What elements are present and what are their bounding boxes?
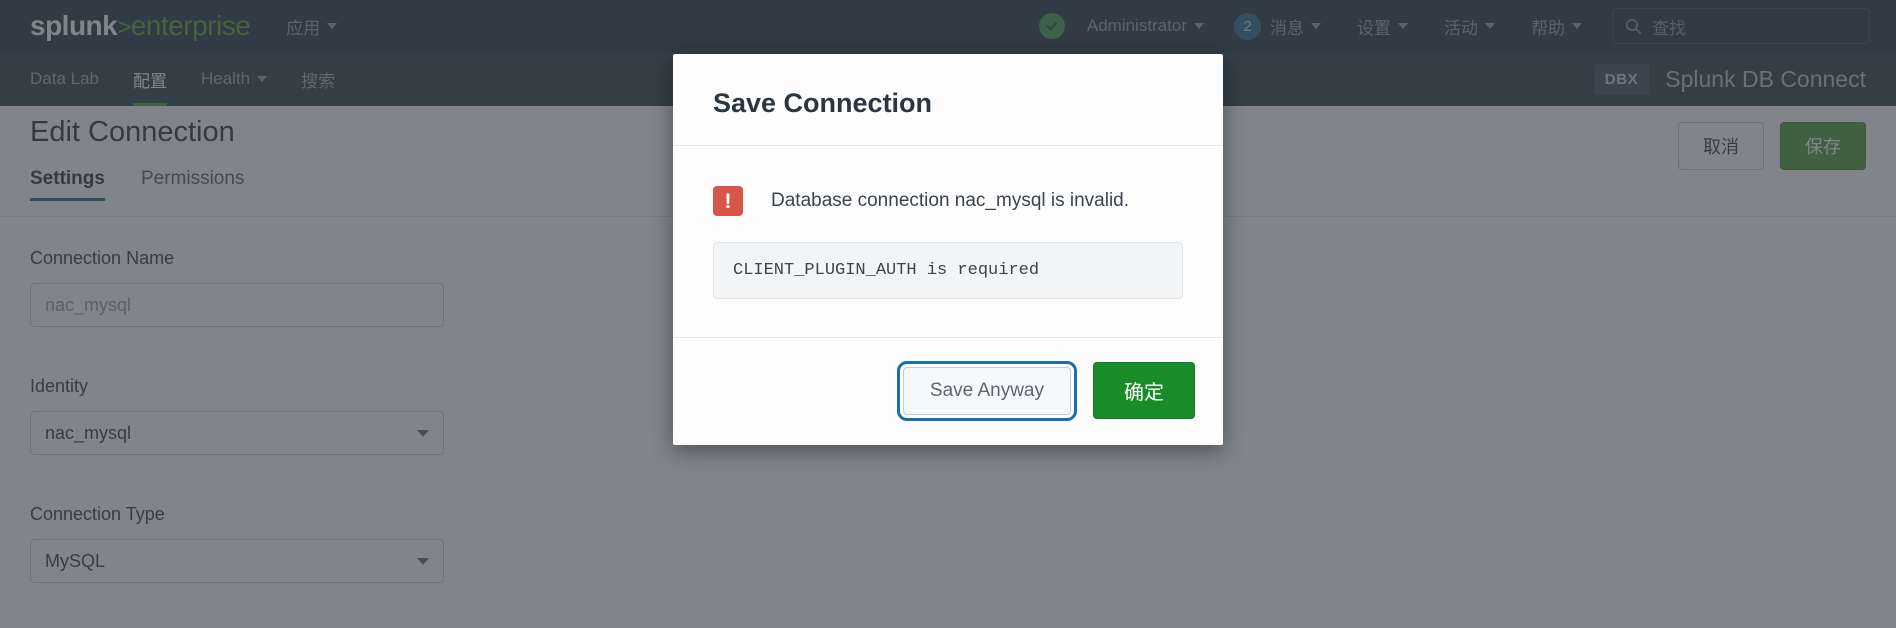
error-icon: !	[713, 186, 743, 216]
modal-title: Save Connection	[713, 88, 933, 118]
error-detail-code: CLIENT_PLUGIN_AUTH is required	[713, 242, 1183, 299]
error-message: Database connection nac_mysql is invalid…	[771, 190, 1130, 211]
application-root: NPAU2710192.168.168.5348-51-c5-67-e1-deh…	[0, 0, 1896, 628]
modal-header: Save Connection	[673, 54, 1223, 146]
error-row: ! Database connection nac_mysql is inval…	[713, 186, 1183, 216]
modal-footer: Save Anyway 确定	[673, 338, 1223, 445]
confirm-button[interactable]: 确定	[1093, 362, 1195, 419]
save-connection-modal: Save Connection ! Database connection na…	[673, 54, 1223, 445]
save-anyway-button[interactable]: Save Anyway	[896, 360, 1078, 421]
modal-body: ! Database connection nac_mysql is inval…	[673, 146, 1223, 338]
